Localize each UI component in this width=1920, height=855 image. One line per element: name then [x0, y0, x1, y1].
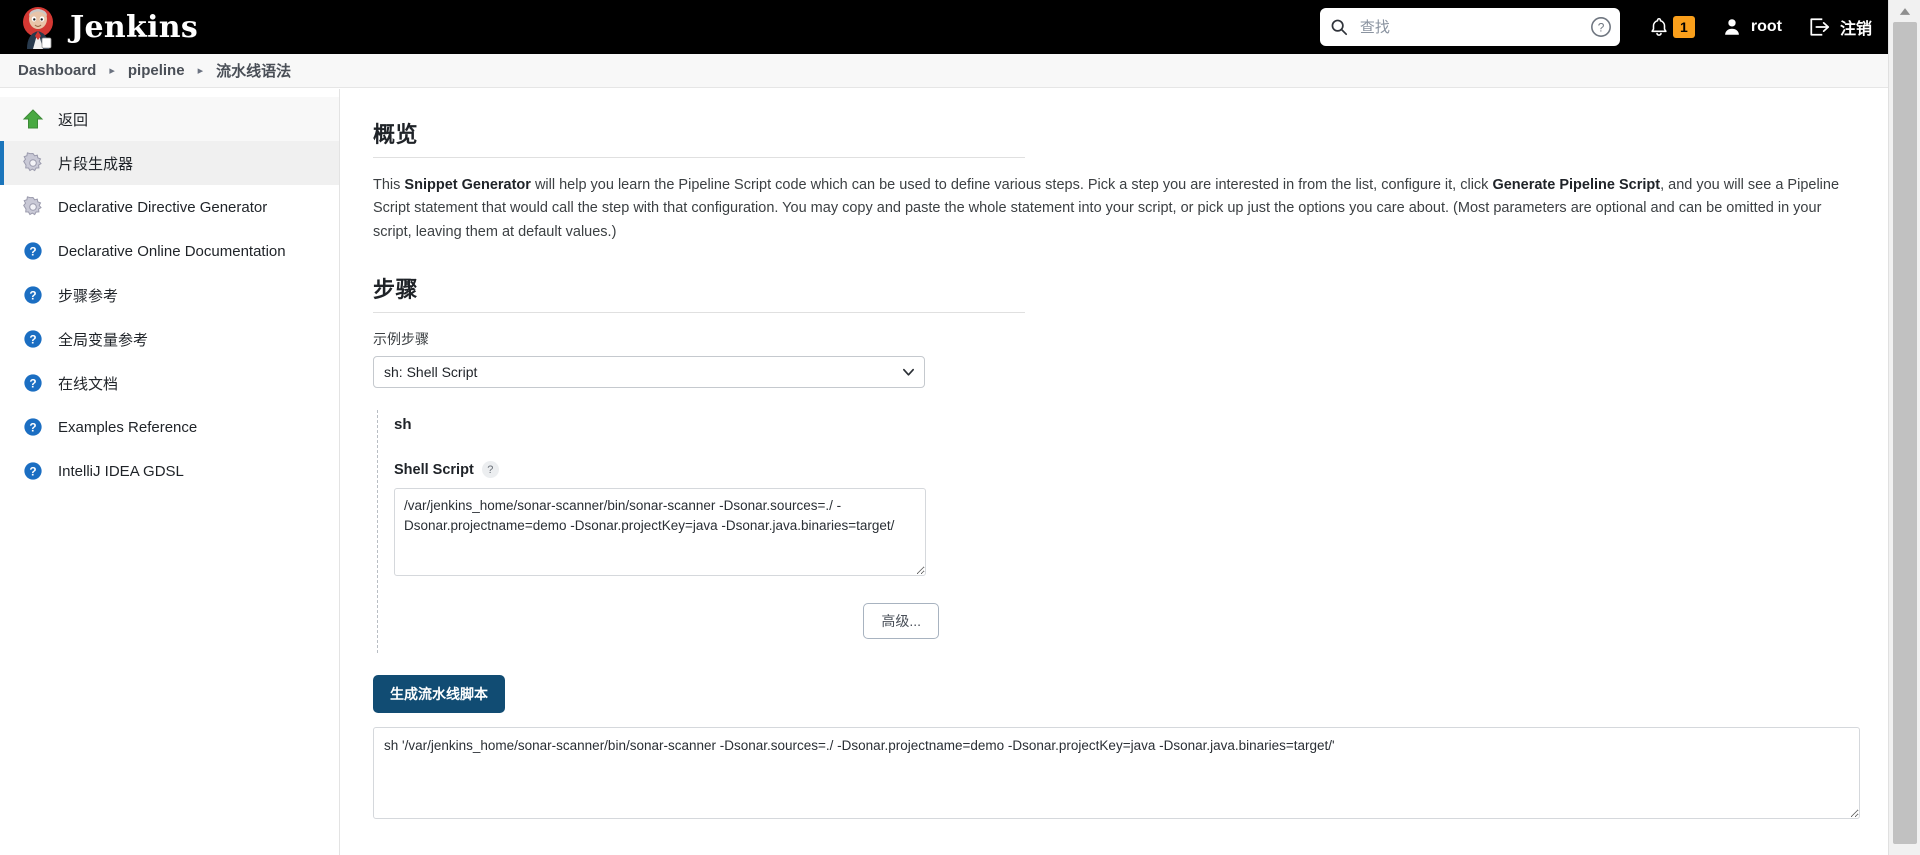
- breadcrumb-item-dashboard[interactable]: Dashboard: [18, 62, 96, 79]
- person-icon: [1725, 19, 1739, 35]
- sidebar-item-examples-reference[interactable]: ? Examples Reference: [0, 405, 339, 449]
- shell-script-help-icon[interactable]: ?: [481, 461, 499, 479]
- sample-step-select[interactable]: sh: Shell Script: [373, 356, 925, 389]
- help-icon: ?: [22, 416, 44, 438]
- sidebar-item-label: 片段生成器: [58, 155, 134, 173]
- steps-heading: 步骤: [373, 277, 419, 303]
- sidebar-item-label: IntelliJ IDEA GDSL: [58, 462, 184, 480]
- notification-count-badge: 1: [1672, 16, 1695, 38]
- help-icon: ?: [22, 284, 44, 306]
- overview-description: This Snippet Generator will help you lea…: [373, 174, 1858, 244]
- svg-text:?: ?: [29, 289, 36, 303]
- breadcrumb-separator-icon: ▸: [109, 65, 115, 77]
- overview-bold-generate-pipeline-script: Generate Pipeline Script: [1492, 177, 1661, 193]
- sidebar-item-label: 步骤参考: [58, 287, 119, 305]
- advanced-button[interactable]: 高级...: [863, 603, 939, 640]
- bell-icon: [1651, 17, 1667, 36]
- sidebar-item-label: Declarative Online Documentation: [58, 242, 286, 260]
- jenkins-logo-text: Jenkins: [70, 9, 199, 45]
- sidebar-item-label: 返回: [58, 111, 89, 129]
- advanced-button-row: 高级...: [394, 603, 939, 640]
- shell-script-input[interactable]: [394, 488, 926, 577]
- user-name-label: root: [1750, 18, 1782, 35]
- sidebar-item-snippet-generator[interactable]: 片段生成器: [0, 141, 339, 185]
- shell-script-label: Shell Script: [394, 461, 474, 478]
- sidebar-item-step-reference[interactable]: ? 步骤参考: [0, 273, 339, 317]
- svg-text:?: ?: [29, 421, 36, 435]
- scrollbar-thumb[interactable]: [1893, 22, 1917, 844]
- sample-step-label: 示例步骤: [373, 331, 429, 348]
- search-icon: [1331, 19, 1347, 36]
- overview-divider: [373, 157, 1025, 158]
- help-icon: ?: [22, 460, 44, 482]
- page-scrollbar[interactable]: [1888, 0, 1920, 855]
- sidebar-item-online-documentation[interactable]: ? 在线文档: [0, 361, 339, 405]
- gear-icon: [22, 196, 44, 218]
- logout-label: 注销: [1839, 21, 1872, 38]
- logout-button[interactable]: 注销: [1808, 15, 1872, 39]
- sidebar: 返回 片段生成器 Declarative Directive Generator…: [0, 89, 340, 855]
- sidebar-item-back[interactable]: 返回: [0, 97, 339, 141]
- help-icon: ?: [22, 328, 44, 350]
- search-input[interactable]: [1357, 17, 1568, 37]
- up-arrow-icon: [22, 108, 44, 130]
- breadcrumb: Dashboard ▸ pipeline ▸ 流水线语法: [0, 54, 1888, 88]
- search-box[interactable]: ?: [1319, 8, 1620, 46]
- generate-pipeline-script-button[interactable]: 生成流水线脚本: [373, 675, 505, 714]
- overview-text-2: will help you learn the Pipeline Script …: [530, 177, 1493, 193]
- gear-icon: [22, 152, 44, 174]
- svg-text:?: ?: [29, 333, 36, 347]
- search-help-icon[interactable]: ?: [1590, 16, 1612, 38]
- breadcrumb-separator-icon: ▸: [197, 65, 204, 77]
- overview-heading: 概览: [373, 122, 419, 147]
- sidebar-item-declarative-directive-generator[interactable]: Declarative Directive Generator: [0, 185, 339, 229]
- sidebar-item-intellij-idea-gdsl[interactable]: ? IntelliJ IDEA GDSL: [0, 449, 339, 493]
- svg-text:?: ?: [29, 465, 36, 479]
- svg-text:?: ?: [29, 245, 36, 259]
- scrollbar-up-arrow-icon[interactable]: [1889, 0, 1920, 22]
- generated-script-output[interactable]: [373, 727, 1860, 820]
- sidebar-item-label: 在线文档: [58, 375, 119, 393]
- step-name-label: sh: [394, 416, 412, 434]
- steps-section: 步骤 示例步骤 sh: Shell Script sh Shell Script…: [373, 272, 1860, 820]
- topbar-right-group: ? 1 root 注销: [1319, 0, 1888, 54]
- shell-script-param-row: Shell Script ?: [394, 461, 1277, 479]
- sidebar-item-global-variable-reference[interactable]: ? 全局变量参考: [0, 317, 339, 361]
- jenkins-butler-icon: [23, 7, 53, 49]
- sample-step-select-wrapper: sh: Shell Script: [373, 356, 925, 389]
- main-content: 概览 This Snippet Generator will help you …: [341, 89, 1888, 855]
- logout-icon: [1810, 18, 1830, 36]
- svg-text:?: ?: [1598, 21, 1605, 35]
- svg-text:?: ?: [29, 377, 36, 391]
- overview-bold-snippet-generator: Snippet Generator: [404, 177, 531, 193]
- top-navigation-bar: Jenkins ? 1 root: [0, 0, 1888, 54]
- steps-divider: [373, 312, 1025, 314]
- sidebar-item-declarative-online-documentation[interactable]: ? Declarative Online Documentation: [0, 229, 339, 273]
- sidebar-item-label: 全局变量参考: [58, 331, 149, 349]
- jenkins-logo-link[interactable]: Jenkins: [18, 5, 198, 49]
- help-icon: ?: [22, 240, 44, 262]
- sidebar-item-label: Examples Reference: [58, 418, 198, 436]
- breadcrumb-item-pipeline[interactable]: pipeline: [128, 62, 185, 79]
- breadcrumb-item-current[interactable]: 流水线语法: [216, 60, 291, 81]
- sidebar-item-label: Declarative Directive Generator: [58, 198, 268, 216]
- overview-text-1: This: [373, 177, 405, 193]
- step-configuration-form: sh Shell Script ? 高级...: [377, 410, 1277, 654]
- help-icon: ?: [22, 372, 44, 394]
- user-menu-button[interactable]: root: [1721, 16, 1782, 38]
- notifications-button[interactable]: 1: [1648, 16, 1695, 38]
